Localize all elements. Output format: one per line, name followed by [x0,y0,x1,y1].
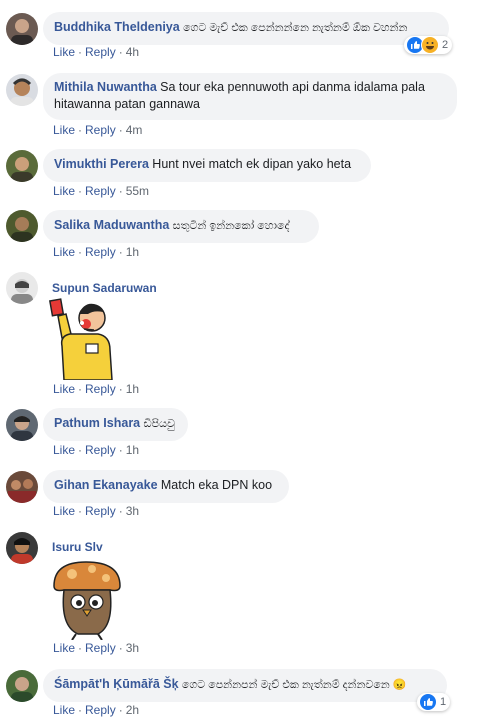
comment-timestamp[interactable]: 2h [126,703,139,717]
mushroom-owl-sticker[interactable] [48,556,124,643]
comment-timestamp[interactable]: 4m [126,123,143,137]
comment-actions: Like · Reply · 3h [53,504,140,518]
reply-link[interactable]: Reply [85,123,116,137]
like-link[interactable]: Like [53,245,75,259]
comment-author[interactable]: Pathum Ishara [54,416,140,430]
comment-text: Hunt nvei match ek dipan yako heta [152,157,352,171]
comment-text: ගෙට මැච් එක පෙන්නන්නෙ නැත්නම් ඕක වහන්න [183,22,408,34]
comment-bubble: Śāmpāt'h Ķūmāřā Šķ ගෙට පෙන්නපන් මැච් එක … [43,669,447,702]
comment-text: සතුටින් ඉන්නකෝ හොදේ [172,220,290,232]
comment-bubble: Gihan Ekanayake Match eka DPN koo [43,470,289,503]
comment-bubble: Buddhika Theldeniya ගෙට මැච් එක පෙන්නන්න… [43,12,449,45]
comment-author[interactable]: Salika Maduwantha [54,218,169,232]
comment-author[interactable]: Buddhika Theldeniya [54,20,180,34]
reaction-summary[interactable]: 2 [404,36,453,54]
comment-timestamp[interactable]: 1h [126,443,139,457]
like-link[interactable]: Like [53,641,75,655]
haha-icon [421,36,439,54]
comment-bubble: Mithila Nuwantha Sa tour eka pennuwoth a… [43,73,457,120]
comment-text: ගෙට පෙන්නපන් මැච් එක නැත්නම් දන්නවනෙ 😠 [181,679,407,691]
reply-link[interactable]: Reply [85,45,116,59]
comment-actions: Like · Reply · 1h [53,245,140,259]
like-link[interactable]: Like [53,184,75,198]
comment-text: Match eka DPN koo [160,478,273,492]
avatar[interactable] [6,272,38,304]
reaction-count: 1 [440,696,447,708]
comment-author[interactable]: Śāmpāt'h Ķūmāřā Šķ [54,677,179,691]
comment-bubble: Pathum Ishara ඩිපියවු [43,408,188,441]
comment-author[interactable]: Isuru Slv [52,540,103,554]
reaction-count: 2 [442,39,449,51]
comment-actions: Like · Reply · 4m [53,123,143,137]
like-link[interactable]: Like [53,123,75,137]
avatar[interactable] [6,13,38,45]
comment-actions: Like · Reply · 4h [53,45,140,59]
comment-author[interactable]: Gihan Ekanayake [54,478,158,492]
comment-actions: Like · Reply · 55m [53,184,150,198]
comment-actions: Like · Reply · 1h [53,443,140,457]
comment-author[interactable]: Mithila Nuwantha [54,80,157,94]
comment-author[interactable]: Supun Sadaruwan [52,281,157,295]
comment-actions: Like · Reply · 1h [53,382,140,396]
reply-link[interactable]: Reply [85,245,116,259]
comment-timestamp[interactable]: 4h [126,45,139,59]
comment-text: ඩිපියවු [143,418,175,430]
referee-red-card-sticker[interactable] [48,296,118,383]
reply-link[interactable]: Reply [85,443,116,457]
reply-link[interactable]: Reply [85,641,116,655]
reaction-summary[interactable]: 1 [417,693,451,711]
comment-actions: Like · Reply · 3h [53,641,140,655]
avatar[interactable] [6,74,38,106]
comment-author[interactable]: Vimukthi Perera [54,157,149,171]
avatar[interactable] [6,532,38,564]
like-link[interactable]: Like [53,382,75,396]
reply-link[interactable]: Reply [85,703,116,717]
like-icon [419,693,437,711]
comment-timestamp[interactable]: 3h [126,641,139,655]
avatar[interactable] [6,471,38,503]
comment-timestamp[interactable]: 55m [126,184,149,198]
avatar[interactable] [6,150,38,182]
comment-timestamp[interactable]: 3h [126,504,139,518]
reply-link[interactable]: Reply [85,382,116,396]
like-link[interactable]: Like [53,45,75,59]
avatar[interactable] [6,210,38,242]
like-link[interactable]: Like [53,443,75,457]
reply-link[interactable]: Reply [85,504,116,518]
avatar[interactable] [6,670,38,702]
like-link[interactable]: Like [53,703,75,717]
like-link[interactable]: Like [53,504,75,518]
reply-link[interactable]: Reply [85,184,116,198]
avatar[interactable] [6,409,38,441]
comment-timestamp[interactable]: 1h [126,382,139,396]
comment-bubble: Salika Maduwantha සතුටින් ඉන්නකෝ හොදේ [43,210,319,243]
comment-bubble: Vimukthi Perera Hunt nvei match ek dipan… [43,149,371,182]
comment-timestamp[interactable]: 1h [126,245,139,259]
comment-actions: Like · Reply · 2h [53,703,140,717]
